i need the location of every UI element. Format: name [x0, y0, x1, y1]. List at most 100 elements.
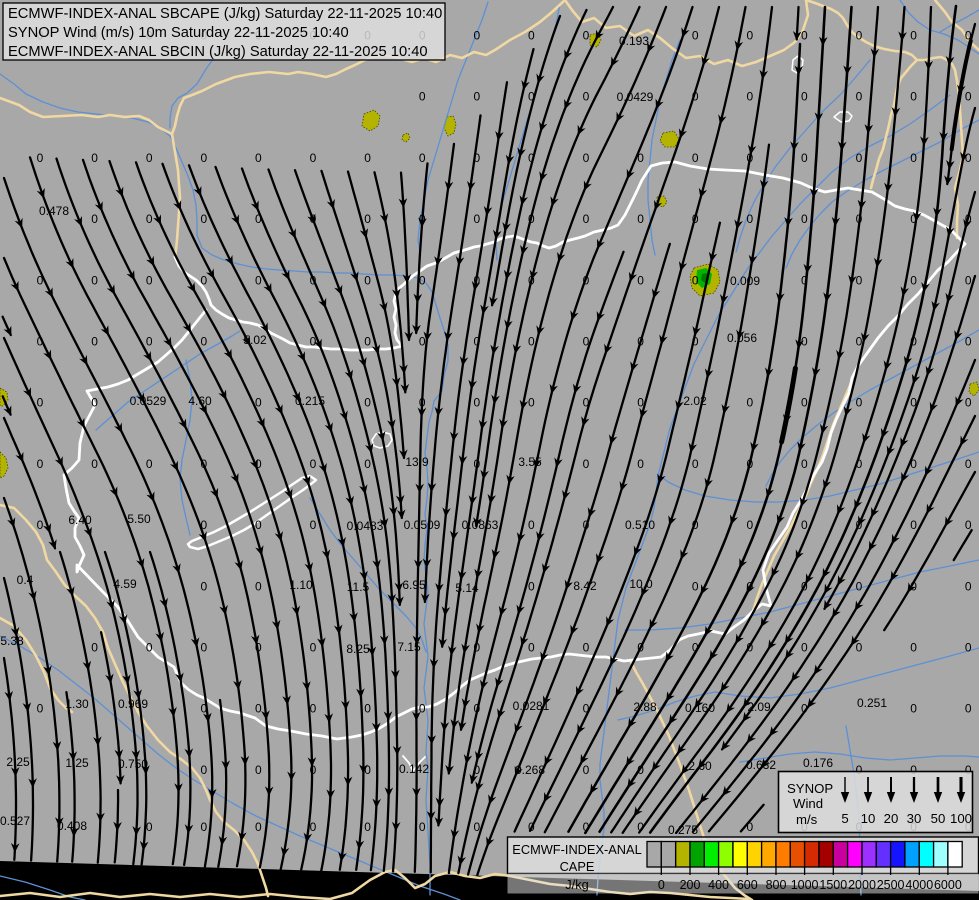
svg-text:0: 0 [255, 820, 262, 834]
svg-text:0: 0 [965, 457, 972, 471]
svg-text:0.969: 0.969 [118, 697, 148, 711]
svg-text:0: 0 [692, 579, 699, 593]
svg-text:5.50: 5.50 [127, 512, 151, 526]
svg-text:0: 0 [801, 518, 808, 532]
svg-text:0: 0 [910, 151, 917, 165]
svg-text:0: 0 [528, 641, 535, 655]
svg-text:0: 0 [746, 90, 753, 104]
svg-text:5.38: 5.38 [0, 634, 24, 648]
svg-text:0: 0 [91, 457, 98, 471]
svg-text:2.25: 2.25 [6, 755, 30, 769]
svg-text:0: 0 [255, 151, 262, 165]
svg-text:0: 0 [364, 335, 371, 349]
svg-text:0: 0 [856, 396, 863, 410]
svg-text:5: 5 [841, 811, 848, 826]
svg-text:0.0509: 0.0509 [404, 518, 441, 532]
svg-text:200: 200 [680, 878, 701, 892]
svg-text:0: 0 [801, 29, 808, 43]
svg-text:1500: 1500 [819, 878, 847, 892]
svg-text:50: 50 [931, 811, 946, 826]
svg-text:0.510: 0.510 [625, 518, 655, 532]
svg-text:0: 0 [200, 641, 207, 655]
svg-text:0: 0 [91, 335, 98, 349]
svg-text:0: 0 [91, 641, 98, 655]
svg-text:0: 0 [419, 335, 426, 349]
svg-text:0: 0 [583, 212, 590, 226]
svg-text:0: 0 [146, 212, 153, 226]
svg-text:0: 0 [255, 518, 262, 532]
svg-text:0: 0 [310, 641, 317, 655]
svg-text:0: 0 [965, 335, 972, 349]
svg-text:0: 0 [146, 151, 153, 165]
svg-text:0: 0 [528, 29, 535, 43]
svg-text:0: 0 [91, 396, 98, 410]
svg-text:0: 0 [692, 151, 699, 165]
svg-text:0: 0 [310, 457, 317, 471]
svg-text:0: 0 [146, 335, 153, 349]
svg-text:0: 0 [637, 457, 644, 471]
svg-text:0: 0 [528, 335, 535, 349]
svg-text:0: 0 [910, 90, 917, 104]
svg-text:0: 0 [419, 702, 426, 716]
svg-text:0: 0 [910, 641, 917, 655]
svg-text:0: 0 [583, 29, 590, 43]
svg-text:0.0483: 0.0483 [347, 519, 384, 533]
svg-text:0: 0 [91, 212, 98, 226]
svg-text:0: 0 [37, 396, 44, 410]
svg-text:0: 0 [692, 29, 699, 43]
svg-text:0: 0 [856, 151, 863, 165]
svg-text:0: 0 [965, 702, 972, 716]
svg-text:0: 0 [473, 29, 480, 43]
svg-text:0: 0 [364, 820, 371, 834]
svg-text:0: 0 [310, 518, 317, 532]
svg-text:0: 0 [910, 518, 917, 532]
svg-text:2000: 2000 [848, 878, 876, 892]
svg-text:0: 0 [255, 579, 262, 593]
svg-text:30: 30 [907, 811, 922, 826]
svg-text:0: 0 [364, 151, 371, 165]
svg-text:ECMWF-INDEX-ANAL SBCAPE (J/kg): ECMWF-INDEX-ANAL SBCAPE (J/kg) Saturday … [8, 6, 442, 22]
svg-text:0: 0 [146, 820, 153, 834]
svg-text:ECMWF-INDEX-ANAL: ECMWF-INDEX-ANAL [512, 842, 641, 857]
svg-text:0: 0 [856, 641, 863, 655]
svg-text:0: 0 [91, 151, 98, 165]
svg-text:0: 0 [801, 151, 808, 165]
svg-text:0: 0 [965, 396, 972, 410]
svg-text:0.478: 0.478 [39, 204, 69, 218]
svg-text:0: 0 [965, 151, 972, 165]
svg-text:8.42: 8.42 [573, 579, 597, 593]
svg-text:0: 0 [801, 641, 808, 655]
svg-text:0: 0 [200, 335, 207, 349]
svg-text:10: 10 [861, 811, 876, 826]
svg-text:0: 0 [965, 90, 972, 104]
svg-text:2500: 2500 [877, 878, 905, 892]
svg-text:m/s: m/s [796, 812, 818, 827]
svg-text:0: 0 [310, 151, 317, 165]
svg-text:0: 0 [146, 641, 153, 655]
svg-text:4000: 4000 [905, 878, 933, 892]
svg-text:0: 0 [473, 90, 480, 104]
svg-text:1.25: 1.25 [65, 756, 89, 770]
svg-text:SYNOP: SYNOP [787, 781, 833, 796]
svg-text:800: 800 [766, 878, 787, 892]
svg-text:600: 600 [737, 878, 758, 892]
svg-text:0: 0 [801, 212, 808, 226]
svg-text:SYNOP Wind (m/s) 10m Saturday: SYNOP Wind (m/s) 10m Saturday 22-11-2025… [8, 25, 349, 41]
svg-text:0: 0 [419, 151, 426, 165]
svg-text:0: 0 [200, 763, 207, 777]
svg-text:0: 0 [801, 457, 808, 471]
svg-text:0: 0 [200, 579, 207, 593]
svg-text:0: 0 [583, 90, 590, 104]
svg-text:0: 0 [364, 273, 371, 287]
svg-text:0.176: 0.176 [803, 756, 833, 770]
svg-text:0: 0 [583, 763, 590, 777]
svg-text:0: 0 [37, 518, 44, 532]
svg-text:0: 0 [255, 273, 262, 287]
svg-text:0: 0 [583, 641, 590, 655]
svg-text:0.0529: 0.0529 [130, 394, 167, 408]
svg-text:0: 0 [965, 273, 972, 287]
svg-text:0.0429: 0.0429 [617, 90, 654, 104]
svg-text:0: 0 [473, 212, 480, 226]
svg-text:0: 0 [583, 457, 590, 471]
svg-text:0: 0 [801, 396, 808, 410]
